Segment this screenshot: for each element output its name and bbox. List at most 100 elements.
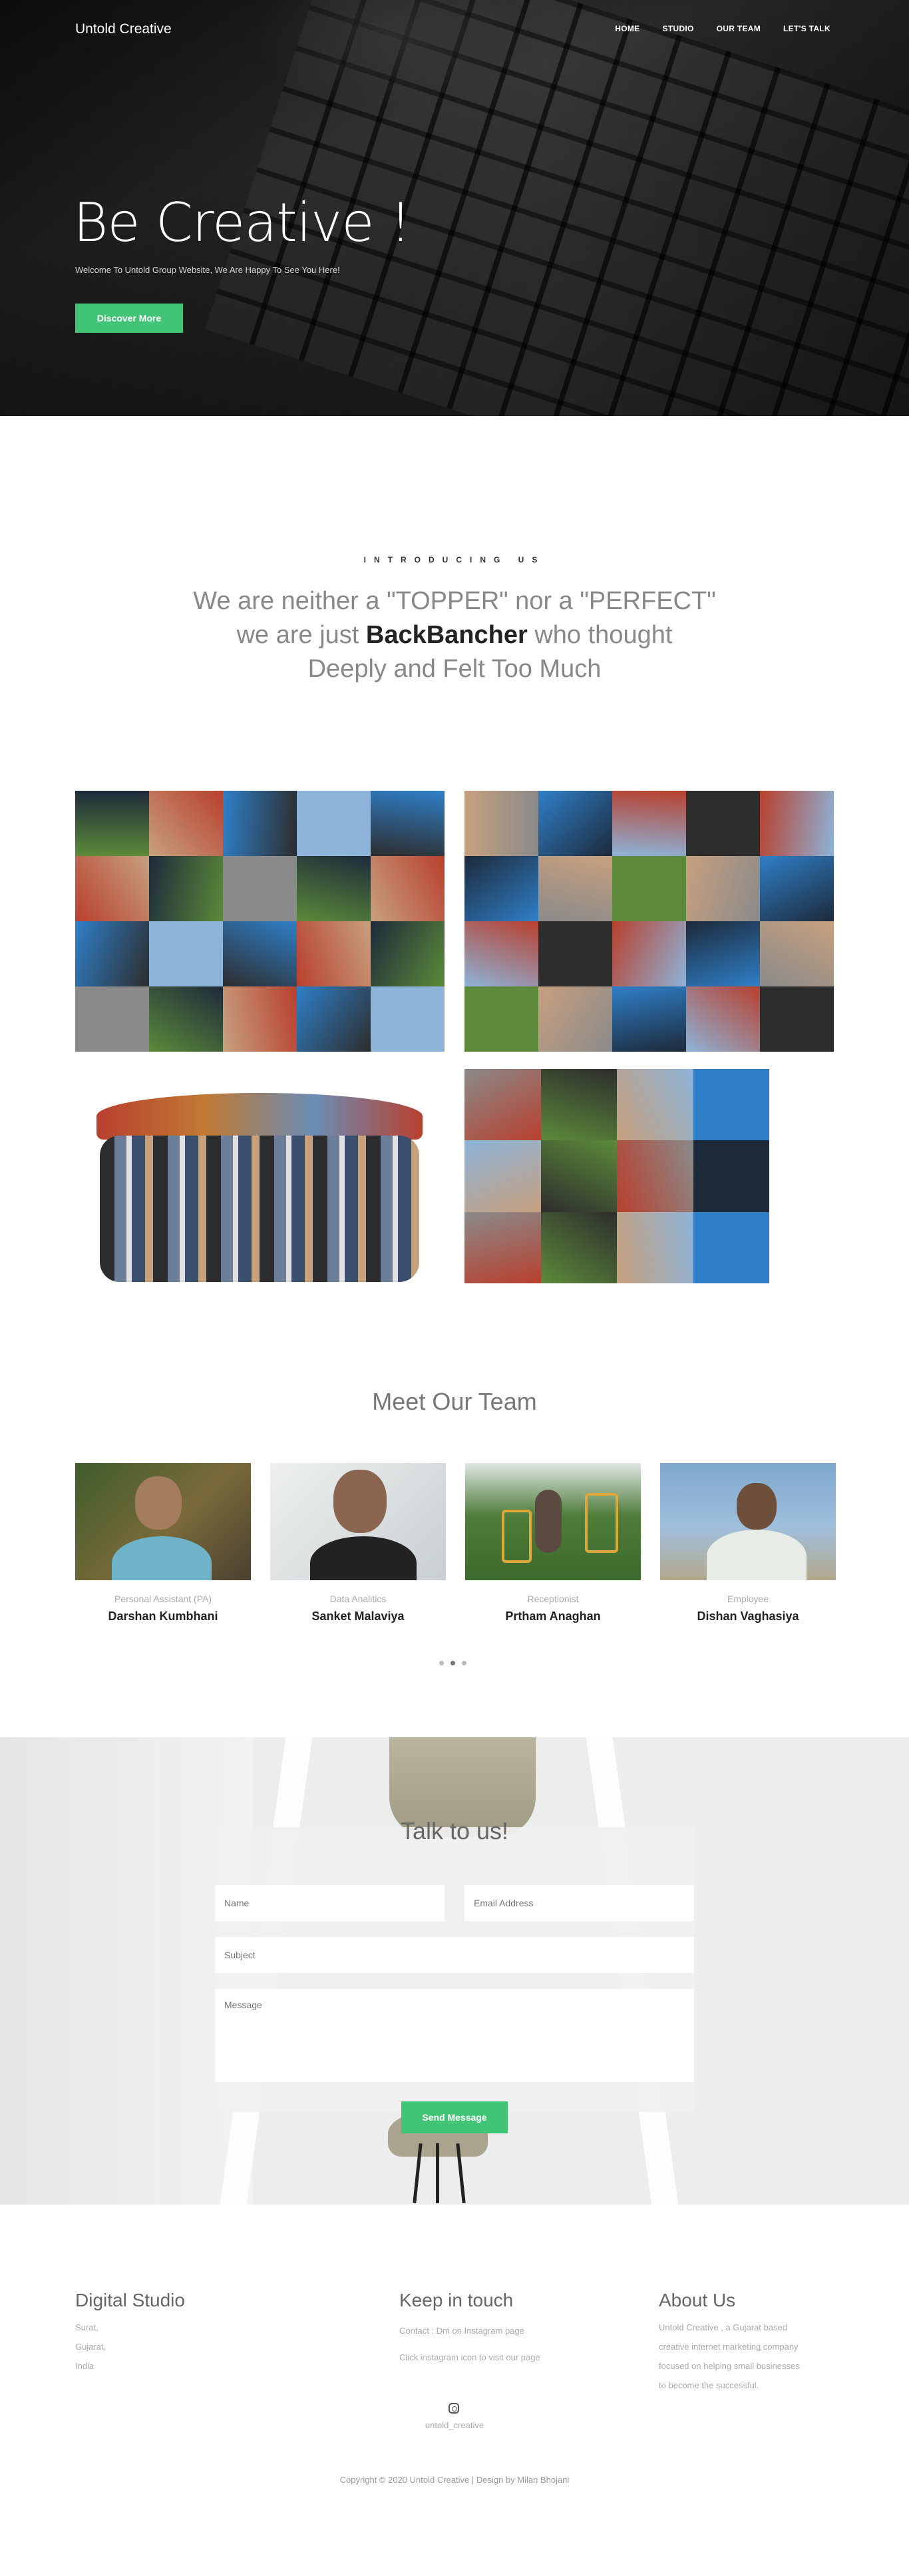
gallery-photo-tile	[464, 921, 538, 986]
gallery-photo-tile	[297, 921, 371, 986]
instagram-handle[interactable]: untold_creative	[0, 2420, 909, 2430]
group-photo-tent	[96, 1093, 423, 1140]
hero-title: Be Creative !	[73, 192, 411, 254]
gallery-photo-tile	[149, 791, 223, 856]
nav-home[interactable]: HOME	[615, 24, 639, 33]
team-section-title: Meet Our Team	[372, 1388, 537, 1415]
gallery-photo-tile	[297, 986, 371, 1052]
gallery-photo-tile	[540, 1069, 617, 1141]
contact-line: Contact : Dm on Instagram page	[399, 2326, 524, 2336]
gallery-collage-friends[interactable]	[464, 791, 834, 1052]
address-line: India	[75, 2361, 94, 2371]
team-card[interactable]: Data Analitics Sanket Malaviya	[270, 1463, 446, 1623]
gallery-photo-tile	[223, 986, 297, 1052]
instagram-icon[interactable]	[449, 2403, 459, 2414]
gallery-photo-tile	[612, 856, 686, 921]
member-photo	[465, 1463, 641, 1580]
gallery-photo-tile	[223, 921, 297, 986]
gallery-photo-tile	[760, 986, 834, 1052]
nav-studio[interactable]: STUDIO	[662, 24, 693, 33]
subject-field[interactable]	[215, 1937, 694, 1973]
send-message-button[interactable]: Send Message	[401, 2101, 508, 2133]
about-line: to become the successful.	[659, 2380, 759, 2390]
gallery-photo-tile	[686, 986, 760, 1052]
contact-line: Click instagram icon to visit our page	[399, 2352, 540, 2362]
gallery-photo-tile	[464, 986, 538, 1052]
member-name: Prtham Anaghan	[505, 1610, 601, 1623]
gallery-photo-tile	[371, 921, 445, 986]
team-card[interactable]: Personal Assistant (PA) Darshan Kumbhani	[75, 1463, 251, 1623]
about-line: Untold Creative , a Gujarat based	[659, 2322, 787, 2332]
message-field[interactable]	[215, 1989, 694, 2082]
team-card[interactable]: Employee Dishan Vaghasiya	[660, 1463, 836, 1623]
member-name: Sanket Malaviya	[311, 1610, 405, 1623]
group-photo-people	[100, 1136, 419, 1282]
member-portrait	[333, 1470, 387, 1533]
member-role: Employee	[727, 1594, 769, 1604]
intro-highlight: BackBancher	[365, 621, 528, 649]
gallery-photo-tile	[149, 856, 223, 921]
gallery-photo-tile	[540, 1211, 617, 1283]
gallery-photo-tile	[686, 791, 760, 856]
gallery-photo-tile	[760, 856, 834, 921]
member-portrait	[737, 1483, 777, 1530]
gallery-photo-tile	[760, 791, 834, 856]
member-shirt	[310, 1536, 417, 1580]
gallery-photo-tile	[686, 921, 760, 986]
gallery-collage-campus[interactable]	[75, 791, 445, 1052]
member-photo	[660, 1463, 836, 1580]
footer-about-title: About Us	[659, 2290, 736, 2310]
gallery-photo-tile	[371, 791, 445, 856]
team-card[interactable]: Receptionist Prtham Anaghan	[465, 1463, 641, 1623]
gallery-photo-tile	[371, 986, 445, 1052]
name-field[interactable]	[215, 1885, 445, 1921]
hero-subtitle: Welcome To Untold Group Website, We Are …	[75, 265, 340, 275]
gallery-photo-tile	[693, 1069, 769, 1141]
member-role: Receptionist	[527, 1594, 579, 1604]
contact-title: Talk to us!	[400, 1817, 509, 1844]
member-name: Darshan Kumbhani	[108, 1610, 218, 1623]
member-photo	[75, 1463, 251, 1580]
intro-kicker: INTRODUCING US	[363, 555, 546, 564]
email-field[interactable]	[464, 1885, 694, 1921]
nav-lets-talk[interactable]: LET'S TALK	[783, 24, 830, 33]
gallery-collage-portraits[interactable]	[464, 1069, 769, 1283]
discover-more-button[interactable]: Discover More	[75, 304, 183, 333]
gallery-photo-tile	[75, 921, 149, 986]
gallery-photo-tile	[223, 856, 297, 921]
gallery-photo-tile	[617, 1211, 693, 1283]
member-portrait	[535, 1490, 562, 1553]
gallery-photo-tile	[371, 856, 445, 921]
hero-section: Untold Creative HOME STUDIO OUR TEAM LET…	[0, 0, 909, 416]
site-logo[interactable]: Untold Creative	[75, 21, 172, 37]
member-photo	[270, 1463, 446, 1580]
gallery-photo-tile	[538, 791, 612, 856]
intro-line-2-post: who thought	[527, 621, 673, 649]
member-role: Personal Assistant (PA)	[114, 1594, 212, 1604]
member-role: Data Analitics	[329, 1594, 387, 1604]
intro-line-1: We are neither a "TOPPER" nor a "PERFECT…	[193, 587, 716, 615]
intro-line-3: Deeply and Felt Too Much	[307, 655, 602, 683]
gallery-photo-tile	[760, 921, 834, 986]
footer-studio-title: Digital Studio	[75, 2290, 185, 2310]
gallery-photo-tile	[612, 921, 686, 986]
gallery-photo-tile	[686, 856, 760, 921]
intro-statement: We are neither a "TOPPER" nor a "PERFECT…	[0, 584, 909, 686]
address-line: Surat,	[75, 2322, 98, 2332]
carousel-dot[interactable]	[439, 1661, 444, 1665]
gallery-photo-tile	[540, 1140, 617, 1212]
address-line: Gujarat,	[75, 2342, 106, 2352]
gallery-group-photo[interactable]	[83, 1089, 436, 1292]
member-shirt	[112, 1536, 212, 1580]
gallery-photo-tile	[149, 986, 223, 1052]
gallery-photo-tile	[464, 791, 538, 856]
gallery-photo-tile	[693, 1211, 769, 1283]
gallery-photo-tile	[538, 921, 612, 986]
nav-our-team[interactable]: OUR TEAM	[717, 24, 761, 33]
intro-line-2-pre: we are just	[236, 621, 366, 649]
gallery-photo-tile	[464, 1140, 541, 1212]
carousel-dot[interactable]	[462, 1661, 466, 1665]
carousel-dot[interactable]	[451, 1661, 455, 1665]
member-portrait	[135, 1476, 182, 1530]
gallery-photo-tile	[75, 856, 149, 921]
